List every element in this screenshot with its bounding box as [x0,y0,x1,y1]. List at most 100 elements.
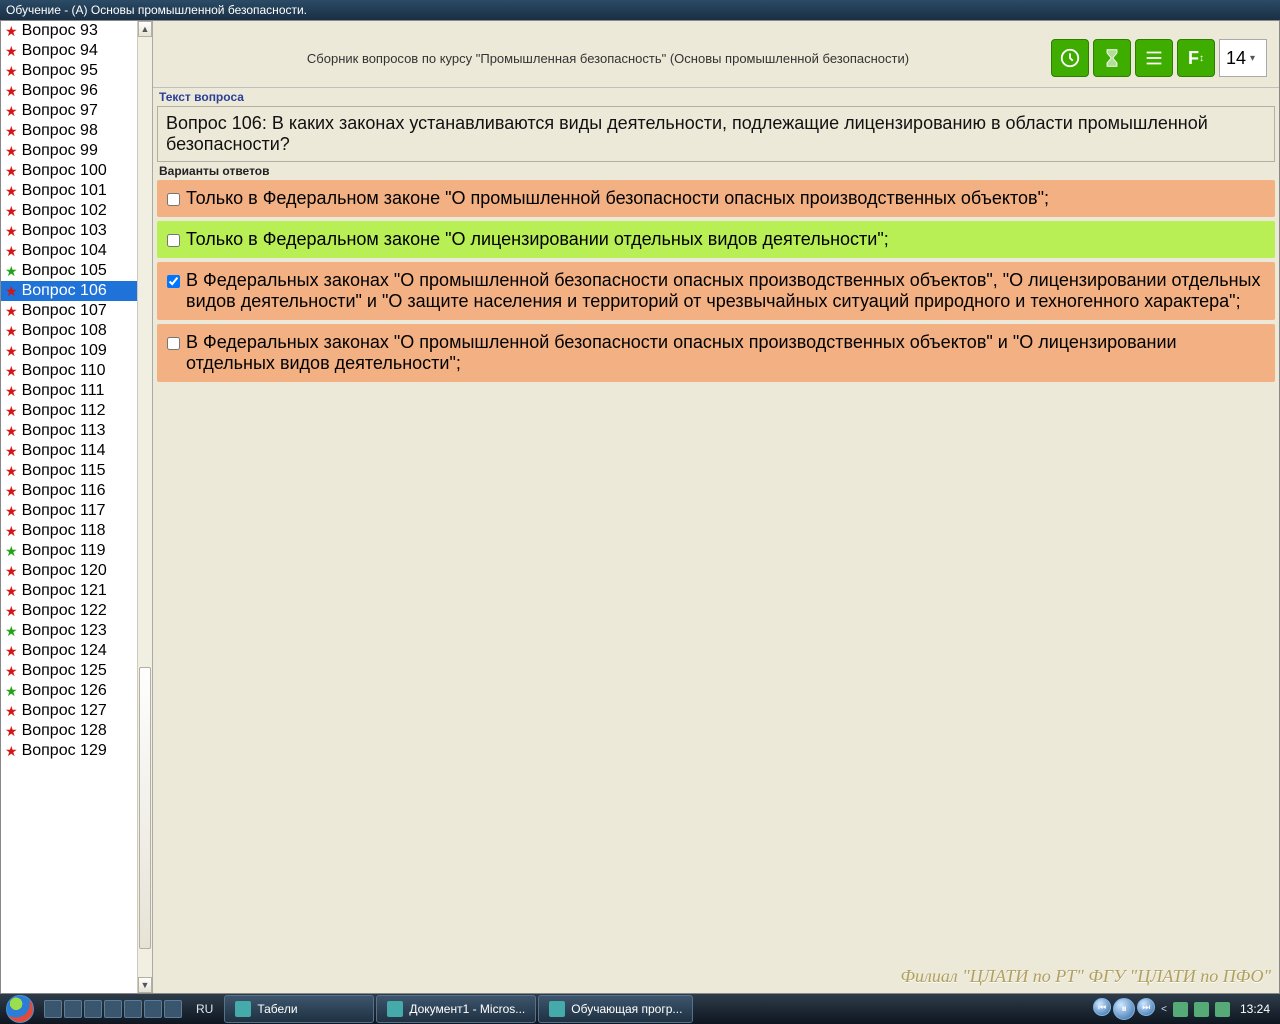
quicklaunch-icon[interactable] [84,1000,102,1018]
answer-option[interactable]: В Федеральных законах "О промышленной бе… [157,324,1275,382]
quicklaunch-icon[interactable] [164,1000,182,1018]
quicklaunch-icon[interactable] [64,1000,82,1018]
sidebar-question-item[interactable]: ★Вопрос 110 [1,361,152,381]
sidebar-question-item[interactable]: ★Вопрос 106 [1,281,152,301]
star-icon: ★ [5,364,18,378]
sidebar-question-item[interactable]: ★Вопрос 114 [1,441,152,461]
star-icon: ★ [5,624,18,638]
answer-checkbox[interactable] [167,337,180,350]
sidebar-question-item[interactable]: ★ Вопрос 109 [1,341,152,361]
font-size-icon[interactable]: F↕ [1177,39,1215,77]
sidebar-question-item[interactable]: ★Вопрос 127 [1,701,152,721]
sidebar-question-item[interactable]: ★Вопрос 123 [1,621,152,641]
volume-icon[interactable] [1215,1002,1230,1017]
quicklaunch-icon[interactable] [144,1000,162,1018]
language-indicator[interactable]: RU [186,1002,223,1016]
answer-option[interactable]: В Федеральных законах "О промышленной бе… [157,262,1275,320]
sidebar-question-item[interactable]: ★Вопрос 96 [1,81,152,101]
tray-icon[interactable] [1173,1002,1188,1017]
star-icon: ★ [5,384,18,398]
sidebar-question-label: Вопрос 109 [22,342,107,360]
hourglass-icon[interactable] [1093,39,1131,77]
start-button[interactable] [0,994,40,1024]
sidebar-question-item[interactable]: ★Вопрос 102 [1,201,152,221]
scroll-down-button[interactable]: ▼ [138,977,152,993]
toolbar: F↕ 14 ▾ [1051,39,1267,77]
main-panel: Сборник вопросов по курсу "Промышленная … [153,21,1279,993]
sidebar-question-item[interactable]: ★Вопрос 103 [1,221,152,241]
answer-checkbox[interactable] [167,275,180,288]
sidebar-question-item[interactable]: ★Вопрос 101 [1,181,152,201]
sidebar-scrollbar[interactable]: ▲ ▼ [137,21,152,993]
list-icon[interactable] [1135,39,1173,77]
sidebar-question-label: Вопрос 125 [22,662,107,680]
sidebar-question-item[interactable]: ★Вопрос 112 [1,401,152,421]
answer-text: В Федеральных законах "О промышленной бе… [186,270,1265,312]
answer-text: Только в Федеральном законе "О лицензиро… [186,229,889,250]
media-prev-icon[interactable]: ⏮ [1093,998,1111,1016]
sidebar-question-item[interactable]: ★ Вопрос 128 [1,721,152,741]
answer-text: Только в Федеральном законе "О промышлен… [186,188,1049,209]
sidebar-question-item[interactable]: ★Вопрос 104 [1,241,152,261]
scroll-up-button[interactable]: ▲ [138,21,152,37]
sidebar-question-item[interactable]: ★Вопрос 121 [1,581,152,601]
taskbar-app-button[interactable]: Обучающая прогр... [538,995,693,1023]
sidebar-question-label: Вопрос 128 [22,722,107,740]
sidebar-question-item[interactable]: ★Вопрос 124 [1,641,152,661]
sidebar-question-item[interactable]: ★Вопрос 118 [1,521,152,541]
sidebar-question-item[interactable]: ★Вопрос 113 [1,421,152,441]
sidebar-question-item[interactable]: ★Вопрос 115 [1,461,152,481]
media-pause-icon[interactable]: ⏸ [1113,998,1135,1020]
sidebar-question-item[interactable]: ★Вопрос 98 [1,121,152,141]
sidebar-question-item[interactable]: ★Вопрос 93 [1,21,152,41]
sidebar-question-item[interactable]: ★Вопрос 97 [1,101,152,121]
clock-icon[interactable] [1051,39,1089,77]
answers-list: Только в Федеральном законе "О промышлен… [153,180,1279,382]
answer-option[interactable]: Только в Федеральном законе "О промышлен… [157,180,1275,217]
tray-expand-icon[interactable]: < [1161,1004,1167,1015]
taskbar-items: ТабелиДокумент1 - Micros...Обучающая про… [223,995,694,1023]
quicklaunch-icon[interactable] [124,1000,142,1018]
sidebar-question-label: Вопрос 99 [22,142,98,160]
star-icon: ★ [5,724,18,738]
sidebar-question-item[interactable]: ★Вопрос 119 [1,541,152,561]
sidebar-question-item[interactable]: ★Вопрос 116 [1,481,152,501]
sidebar-question-item[interactable]: ★Вопрос 94 [1,41,152,61]
sidebar-question-label: Вопрос 100 [22,162,107,180]
sidebar-question-item[interactable]: ★Вопрос 122 [1,601,152,621]
sidebar-question-item[interactable]: ★Вопрос 107 [1,301,152,321]
sidebar-question-item[interactable]: ★Вопрос 126 [1,681,152,701]
taskbar-app-button[interactable]: Документ1 - Micros... [376,995,536,1023]
sidebar-question-item[interactable]: ★Вопрос 129 [1,741,152,761]
sidebar-question-item[interactable]: ★Вопрос 99 [1,141,152,161]
star-icon: ★ [5,344,18,358]
star-icon: ★ [5,744,18,758]
media-next-icon[interactable]: ⏭ [1137,998,1155,1016]
quicklaunch-icon[interactable] [104,1000,122,1018]
font-size-select[interactable]: 14 ▾ [1219,39,1267,77]
taskbar[interactable]: RU ТабелиДокумент1 - Micros...Обучающая … [0,994,1280,1024]
question-section-label: Текст вопроса [153,88,1279,106]
sidebar-question-item[interactable]: ★Вопрос 120 [1,561,152,581]
sidebar-question-item[interactable]: ★Вопрос 108 [1,321,152,341]
sidebar-question-item[interactable]: ★Вопрос 105 [1,261,152,281]
answer-checkbox[interactable] [167,193,180,206]
star-icon: ★ [5,44,18,58]
windows-logo-icon [6,995,34,1023]
tray-icon[interactable] [1194,1002,1209,1017]
quicklaunch-icon[interactable] [44,1000,62,1018]
question-list[interactable]: ★Вопрос 93★Вопрос 94★Вопрос 95★Вопрос 96… [1,21,152,993]
answer-option[interactable]: Только в Федеральном законе "О лицензиро… [157,221,1275,258]
scroll-thumb[interactable] [139,667,151,949]
taskbar-clock[interactable]: 13:24 [1236,1002,1274,1016]
taskbar-app-button[interactable]: Табели [224,995,374,1023]
sidebar-question-item[interactable]: ★ Вопрос 100 [1,161,152,181]
sidebar-question-item[interactable]: ★Вопрос 117 [1,501,152,521]
star-icon: ★ [5,464,18,478]
sidebar-question-label: Вопрос 124 [22,642,107,660]
sidebar-question-item[interactable]: ★Вопрос 111 [1,381,152,401]
star-icon: ★ [5,164,18,178]
answer-checkbox[interactable] [167,234,180,247]
sidebar-question-item[interactable]: ★Вопрос 125 [1,661,152,681]
sidebar-question-item[interactable]: ★Вопрос 95 [1,61,152,81]
